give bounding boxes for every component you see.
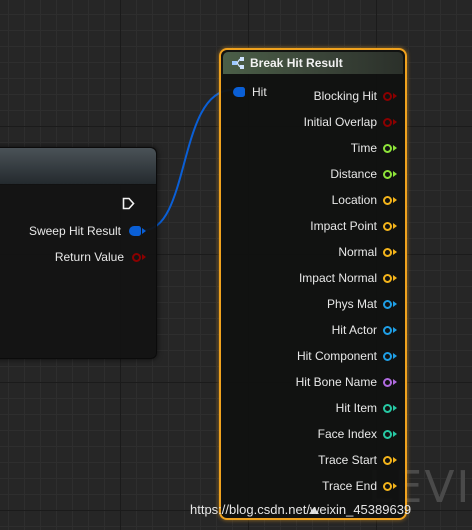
source-output-label: Return Value xyxy=(54,250,124,264)
output-row[interactable]: Location xyxy=(227,187,397,213)
struct-pin-icon[interactable] xyxy=(129,226,141,236)
output-label: Location xyxy=(331,193,377,207)
pin-arrow-icon xyxy=(393,405,397,411)
bool-pin-icon[interactable] xyxy=(132,252,141,262)
output-label: Trace End xyxy=(322,479,377,493)
float-pin-icon[interactable] xyxy=(383,143,392,153)
output-row[interactable]: Trace End xyxy=(227,473,397,499)
output-label: Hit Actor xyxy=(331,323,377,337)
output-row[interactable]: Distance xyxy=(227,161,397,187)
source-output-row-1[interactable]: Return Value xyxy=(55,248,146,266)
output-row[interactable]: Face Index xyxy=(227,421,397,447)
pin-arrow-icon xyxy=(393,223,397,229)
exec-output-pin-icon[interactable] xyxy=(122,197,135,210)
output-row[interactable]: Hit Actor xyxy=(227,317,397,343)
integer-pin-icon[interactable] xyxy=(383,403,392,413)
pin-arrow-icon xyxy=(142,254,146,260)
output-row[interactable]: Hit Item xyxy=(227,395,397,421)
pin-arrow-icon xyxy=(393,119,397,125)
pin-arrow-icon xyxy=(393,483,397,489)
output-pin-list: Blocking Hit Initial Overlap Time Distan… xyxy=(227,83,397,499)
object-pin-icon[interactable] xyxy=(383,325,392,335)
source-node-header[interactable] xyxy=(0,148,156,185)
output-row[interactable]: Impact Normal xyxy=(227,265,397,291)
output-label: Hit Item xyxy=(335,401,377,415)
output-label: Time xyxy=(350,141,377,155)
bool-pin-icon[interactable] xyxy=(383,117,392,127)
vector-pin-icon[interactable] xyxy=(383,481,392,491)
output-row[interactable]: Hit Bone Name xyxy=(227,369,397,395)
float-pin-icon[interactable] xyxy=(383,169,392,179)
vector-pin-icon[interactable] xyxy=(383,273,392,283)
bool-pin-icon[interactable] xyxy=(383,91,392,101)
node-title-bar[interactable]: Break Hit Result xyxy=(223,52,403,74)
output-row[interactable]: Phys Mat xyxy=(227,291,397,317)
pin-arrow-icon xyxy=(142,228,146,234)
pin-arrow-icon xyxy=(393,457,397,463)
source-node[interactable]: Sweep Hit Result Return Value 0 xyxy=(0,147,157,359)
pin-arrow-icon xyxy=(393,301,397,307)
output-label: Impact Normal xyxy=(298,271,377,285)
output-label: Hit Bone Name xyxy=(295,375,377,389)
pin-arrow-icon xyxy=(393,145,397,151)
output-row[interactable]: Impact Point xyxy=(227,213,397,239)
pin-arrow-icon xyxy=(393,275,397,281)
pin-arrow-icon xyxy=(393,171,397,177)
output-label: Initial Overlap xyxy=(303,115,377,129)
pin-arrow-icon xyxy=(393,379,397,385)
output-label: Blocking Hit xyxy=(313,89,377,103)
output-row[interactable]: Hit Component xyxy=(227,343,397,369)
pin-arrow-icon xyxy=(393,93,397,99)
vector-pin-icon[interactable] xyxy=(383,221,392,231)
break-hit-result-node[interactable]: Break Hit Result Hit Blocking Hit Initia… xyxy=(219,48,407,520)
output-label: Normal xyxy=(338,245,377,259)
pin-arrow-icon xyxy=(393,197,397,203)
name-pin-icon[interactable] xyxy=(383,377,392,387)
output-row[interactable]: Initial Overlap xyxy=(227,109,397,135)
output-label: Phys Mat xyxy=(326,297,377,311)
source-output-row-0[interactable]: Sweep Hit Result xyxy=(29,222,146,240)
output-row[interactable]: Time xyxy=(227,135,397,161)
vector-pin-icon[interactable] xyxy=(383,247,392,257)
output-label: Impact Point xyxy=(310,219,377,233)
pin-arrow-icon xyxy=(393,353,397,359)
output-label: Face Index xyxy=(317,427,377,441)
node-title: Break Hit Result xyxy=(250,56,343,70)
integer-pin-icon[interactable] xyxy=(383,429,392,439)
pin-arrow-icon xyxy=(393,327,397,333)
output-row[interactable]: Normal xyxy=(227,239,397,265)
output-label: Distance xyxy=(330,167,377,181)
watermark-url: https://blog.csdn.net/weixin_45389639 xyxy=(190,502,412,517)
output-row[interactable]: Blocking Hit xyxy=(227,83,397,109)
object-pin-icon[interactable] xyxy=(383,351,392,361)
vector-pin-icon[interactable] xyxy=(383,455,392,465)
source-output-label: Sweep Hit Result xyxy=(28,224,121,238)
output-label: Trace Start xyxy=(318,453,377,467)
output-label: Hit Component xyxy=(296,349,377,363)
break-struct-icon xyxy=(232,57,244,69)
output-row[interactable]: Trace Start xyxy=(227,447,397,473)
object-pin-icon[interactable] xyxy=(383,299,392,309)
pin-arrow-icon xyxy=(393,249,397,255)
vector-pin-icon[interactable] xyxy=(383,195,392,205)
pin-arrow-icon xyxy=(393,431,397,437)
